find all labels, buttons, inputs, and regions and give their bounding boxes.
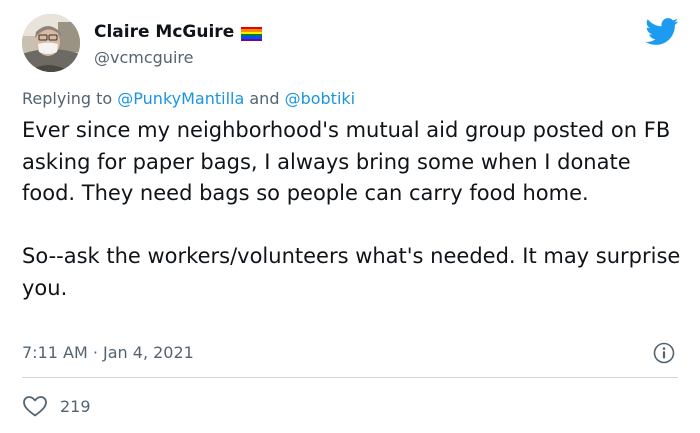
- mention-link[interactable]: @bobtiki: [285, 89, 356, 108]
- divider: [22, 377, 678, 378]
- twitter-bird-icon[interactable]: [645, 18, 679, 46]
- tweet-text: Ever since my neighborhood's mutual aid …: [22, 115, 682, 304]
- like-count: 219: [60, 396, 91, 416]
- avatar[interactable]: [22, 14, 80, 72]
- tweet-paragraph: So--ask the workers/volunteers what's ne…: [22, 244, 681, 300]
- like-button[interactable]: 219: [22, 393, 91, 419]
- tweet-card: Claire McGuire @vcmcguire Replying to @P…: [0, 0, 700, 433]
- display-name[interactable]: Claire McGuire: [94, 22, 234, 42]
- avatar-photo: [22, 14, 80, 72]
- tweet-timestamp[interactable]: 7:11 AM · Jan 4, 2021: [22, 343, 194, 362]
- tweet-paragraph: Ever since my neighborhood's mutual aid …: [22, 118, 671, 205]
- rainbow-flag-icon: [241, 27, 262, 41]
- heart-icon: [23, 396, 47, 417]
- user-handle[interactable]: @vcmcguire: [94, 48, 193, 67]
- info-icon[interactable]: [653, 342, 675, 364]
- mention-link[interactable]: @PunkyMantilla: [117, 89, 244, 108]
- replying-to: Replying to @PunkyMantilla and @bobtiki: [22, 89, 355, 108]
- replying-prefix: Replying to: [22, 89, 113, 108]
- replying-joiner: and: [249, 89, 280, 108]
